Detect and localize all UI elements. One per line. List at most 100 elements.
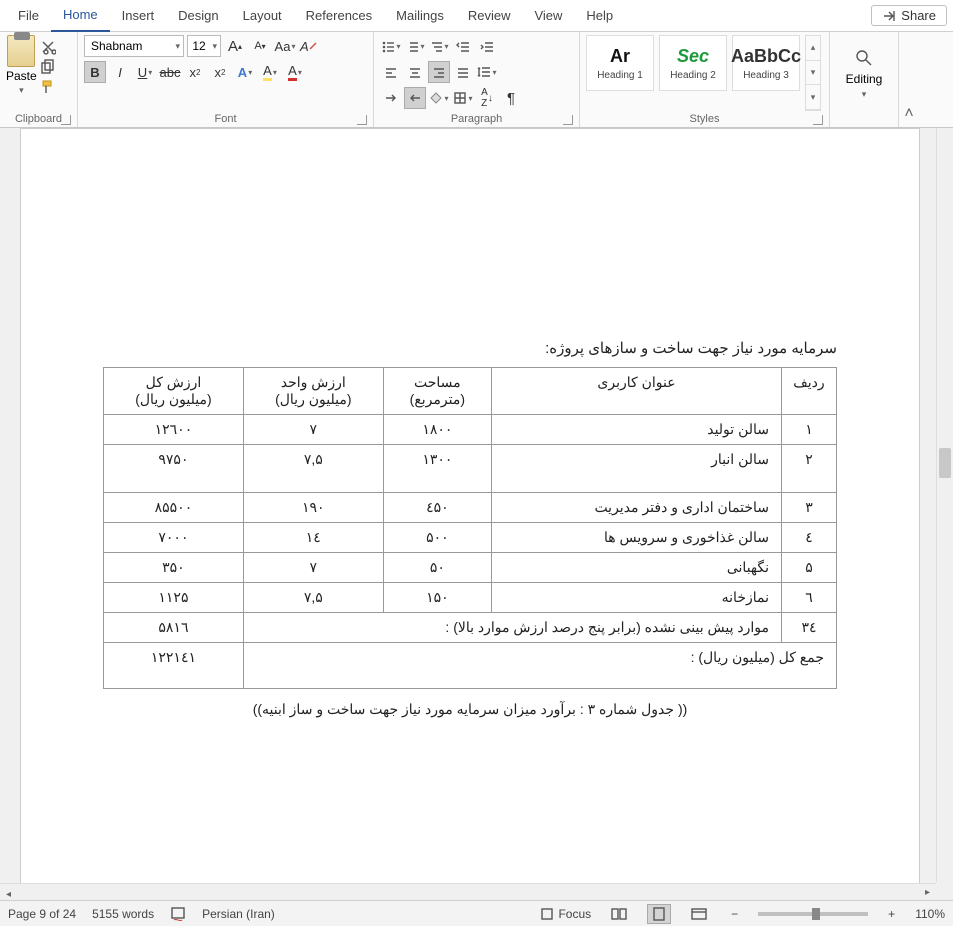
text-effects-button[interactable]: A▾ — [234, 61, 256, 83]
font-color-button[interactable]: A▾ — [284, 61, 306, 83]
group-font-label: Font — [214, 113, 236, 125]
share-button[interactable]: Share — [871, 5, 947, 26]
tab-view[interactable]: View — [522, 1, 574, 31]
horizontal-scrollbar[interactable]: ◂▸ — [0, 883, 936, 900]
shrink-font-button[interactable]: A▾ — [249, 35, 271, 57]
tab-mailings[interactable]: Mailings — [384, 1, 456, 31]
table-row: ٤سالن غذاخوری و سرویس ها۵۰۰۱٤۷۰۰۰ — [104, 523, 837, 553]
font-size-combo[interactable]: 12 — [187, 35, 221, 57]
format-painter-icon[interactable] — [40, 79, 56, 95]
subscript-button[interactable]: x2 — [184, 61, 206, 83]
increase-indent-button[interactable] — [476, 35, 498, 57]
group-editing: Editing ▾ — [830, 32, 899, 127]
editing-button[interactable]: Editing — [846, 72, 883, 86]
grow-font-button[interactable]: A▴ — [224, 35, 246, 57]
borders-button[interactable]: ▾ — [452, 87, 474, 109]
word-count[interactable]: 5155 words — [92, 907, 154, 921]
cell-total: ۵۸۱٦ — [104, 613, 244, 643]
zoom-in-button[interactable]: + — [884, 907, 899, 921]
align-center-button[interactable] — [404, 61, 426, 83]
rtl-button[interactable] — [404, 87, 426, 109]
cut-icon[interactable] — [40, 39, 56, 55]
copy-icon[interactable] — [40, 59, 56, 75]
table-row: ۲سالن انبار۱۳۰۰۷,۵۹۷۵۰ — [104, 445, 837, 493]
zoom-knob[interactable] — [812, 908, 820, 920]
clear-formatting-button[interactable]: A — [299, 35, 321, 57]
paste-button[interactable]: Paste — [6, 69, 37, 83]
scroll-thumb[interactable] — [939, 448, 951, 478]
style-card-2[interactable]: AaBbCc Heading 3 — [732, 35, 800, 91]
cell-area: ۱۸۰۰ — [383, 415, 491, 445]
superscript-button[interactable]: x2 — [209, 61, 231, 83]
style-name: Heading 3 — [743, 70, 789, 81]
cell-total: ۱۲٦۰۰ — [104, 415, 244, 445]
underline-button[interactable]: U▾ — [134, 61, 156, 83]
collapse-ribbon-button[interactable]: ˄ — [899, 32, 919, 127]
style-card-0[interactable]: ArHeading 1 — [586, 35, 654, 91]
find-icon[interactable] — [853, 47, 875, 69]
line-spacing-button[interactable]: ▾ — [476, 61, 498, 83]
spellcheck-icon[interactable] — [170, 906, 186, 922]
print-layout-button[interactable] — [647, 904, 671, 924]
zoom-out-button[interactable]: − — [727, 907, 742, 921]
vertical-scrollbar[interactable] — [936, 128, 953, 882]
cell-unit: ۷ — [243, 415, 383, 445]
tab-help[interactable]: Help — [574, 1, 625, 31]
italic-button[interactable]: I — [109, 61, 131, 83]
styles-scroll-0[interactable]: ▴ — [806, 36, 820, 61]
numbering-button[interactable]: ▾ — [404, 35, 426, 57]
cell-usage: سالن تولید — [492, 415, 782, 445]
sort-button[interactable]: AZ↓ — [476, 87, 498, 109]
tab-review[interactable]: Review — [456, 1, 523, 31]
font-launcher[interactable] — [357, 115, 367, 125]
multilevel-button[interactable]: ▾ — [428, 35, 450, 57]
shading-button[interactable]: ▾ — [428, 87, 450, 109]
justify-button[interactable] — [452, 61, 474, 83]
paragraph-launcher[interactable] — [563, 115, 573, 125]
focus-mode-button[interactable]: Focus — [540, 907, 591, 921]
tab-file[interactable]: File — [6, 1, 51, 31]
tab-references[interactable]: References — [294, 1, 384, 31]
style-card-1[interactable]: SecHeading 2 — [659, 35, 727, 91]
show-marks-button[interactable]: ¶ — [500, 87, 522, 109]
page[interactable]: سرمایه مورد نیاز جهت ساخت و سازهای پروژه… — [20, 128, 920, 898]
decrease-indent-button[interactable] — [452, 35, 474, 57]
language-indicator[interactable]: Persian (Iran) — [202, 907, 275, 921]
table-row-contingency: ۳٤موارد پیش بینی نشده (برابر پنج درصد ار… — [104, 613, 837, 643]
tab-design[interactable]: Design — [166, 1, 230, 31]
web-layout-button[interactable] — [687, 904, 711, 924]
change-case-button[interactable]: Aa▾ — [274, 35, 296, 57]
styles-scroll-1[interactable]: ▾ — [806, 61, 820, 86]
scroll-right-button[interactable]: ▸ — [919, 884, 936, 900]
bullets-button[interactable]: ▾ — [380, 35, 402, 57]
zoom-slider[interactable] — [758, 912, 868, 916]
bold-button[interactable]: B — [84, 61, 106, 83]
scroll-left-button[interactable]: ◂ — [0, 886, 17, 900]
zoom-value[interactable]: 110% — [915, 907, 945, 921]
cell-usage: نگهبانی — [492, 553, 782, 583]
styles-launcher[interactable] — [813, 115, 823, 125]
table-row-grand: جمع کل (میلیون ریال) :۱۲۲۱٤۱ — [104, 643, 837, 689]
ltr-button[interactable] — [380, 87, 402, 109]
styles-scroll-2[interactable]: ▾ — [806, 85, 820, 110]
paste-icon[interactable] — [7, 35, 35, 67]
tab-home[interactable]: Home — [51, 0, 110, 32]
cell-usage: سالن انبار — [492, 445, 782, 493]
strikethrough-button[interactable]: abc — [159, 61, 181, 83]
align-left-button[interactable] — [380, 61, 402, 83]
tab-layout[interactable]: Layout — [231, 1, 294, 31]
font-name-combo[interactable]: Shabnam — [84, 35, 184, 57]
clipboard-launcher[interactable] — [61, 115, 71, 125]
align-right-button[interactable] — [428, 61, 450, 83]
read-mode-button[interactable] — [607, 904, 631, 924]
group-styles-label: Styles — [690, 113, 720, 125]
tab-insert[interactable]: Insert — [110, 1, 167, 31]
cell-total: ۹۷۵۰ — [104, 445, 244, 493]
table-row: ۱سالن تولید۱۸۰۰۷۱۲٦۰۰ — [104, 415, 837, 445]
page-indicator[interactable]: Page 9 of 24 — [8, 907, 76, 921]
cell-contingency-label: موارد پیش بینی نشده (برابر پنج درصد ارزش… — [243, 613, 781, 643]
cell-unit: ۷,۵ — [243, 583, 383, 613]
highlight-button[interactable]: A▾ — [259, 61, 281, 83]
style-preview: AaBbCc — [731, 46, 801, 67]
group-clipboard: Paste ▾ Clipboard — [0, 32, 78, 127]
